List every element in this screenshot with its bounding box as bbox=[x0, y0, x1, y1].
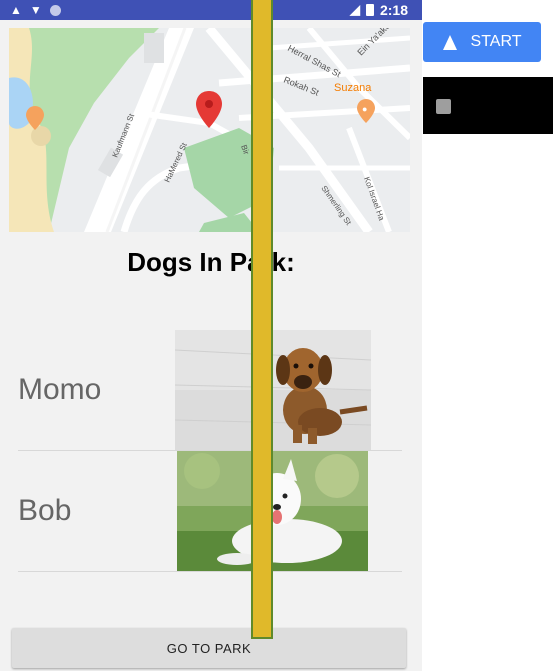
dog-list-item[interactable]: Momo bbox=[18, 330, 402, 451]
notification-icon: ▲ bbox=[10, 3, 22, 17]
row-divider bbox=[18, 571, 402, 572]
media-control-panel bbox=[423, 77, 553, 134]
overlay-bar bbox=[251, 0, 273, 639]
svg-text:●: ● bbox=[362, 104, 367, 114]
navigation-arrow-icon bbox=[442, 34, 457, 50]
status-left-icons: ▲ ▼ bbox=[10, 2, 61, 18]
dogs-in-park-title: Dogs In Park: bbox=[127, 247, 295, 277]
puppy-photo bbox=[175, 330, 371, 450]
dog-name: Bob bbox=[18, 494, 72, 527]
wifi-alert-icon: ▼ bbox=[29, 3, 42, 17]
stop-icon[interactable] bbox=[436, 99, 451, 114]
start-navigation-button[interactable]: START bbox=[423, 22, 541, 62]
battery-icon bbox=[365, 4, 374, 16]
app-screen: ▲ ▼ ◢ 2:18 Herral Shas St Ein Ya'akov Ro… bbox=[0, 0, 422, 671]
status-bar: ▲ ▼ ◢ 2:18 bbox=[0, 0, 422, 20]
go-to-park-button[interactable]: GO TO PARK bbox=[12, 628, 406, 668]
dog-name: Momo bbox=[18, 373, 102, 406]
map-place-label: Suzana bbox=[334, 82, 372, 94]
map-view[interactable]: Herral Shas St Ein Ya'akov Rokah St Kauf… bbox=[9, 28, 410, 232]
sync-icon bbox=[49, 4, 61, 16]
status-right-icons: ◢ 2:18 bbox=[350, 2, 408, 18]
signal-icon: ◢ bbox=[349, 2, 360, 17]
status-time: 2:18 bbox=[379, 2, 408, 18]
start-label: START bbox=[470, 33, 522, 50]
dog-list-item[interactable]: Bob bbox=[18, 451, 402, 572]
